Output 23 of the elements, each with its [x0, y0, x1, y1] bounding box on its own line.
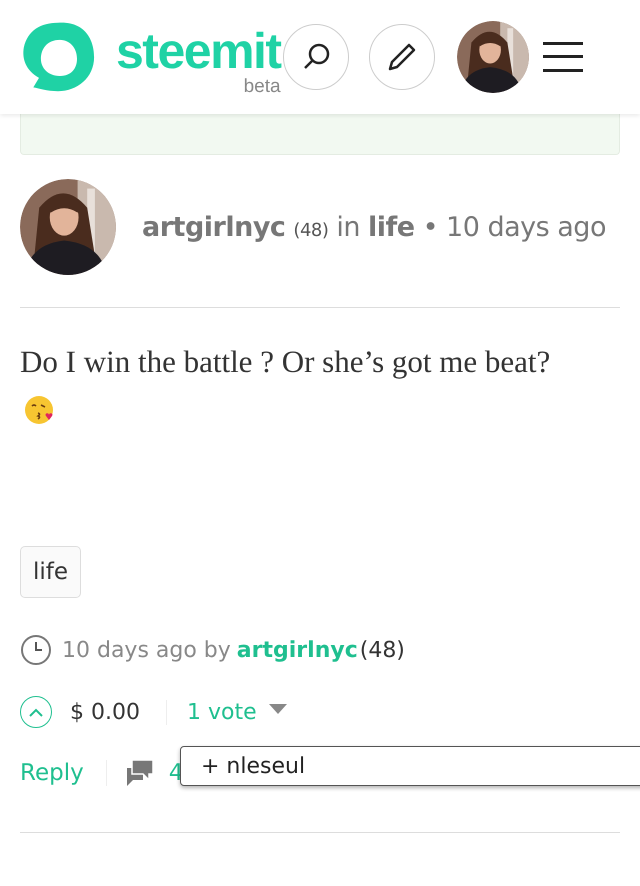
category-link[interactable]: life	[368, 212, 415, 242]
reputation: (48)	[293, 220, 328, 240]
pencil-icon	[386, 42, 417, 72]
post-body: Do I win the battle ? Or she’s got me beat?	[20, 344, 550, 379]
caret-icon[interactable]	[268, 704, 287, 714]
votes-link[interactable]: 1 vote	[186, 700, 257, 724]
reputation: (48)	[360, 638, 405, 662]
chevron-up-icon	[28, 707, 44, 717]
post-age: 10 days ago	[446, 212, 606, 242]
author-link[interactable]: artgirlnyc	[142, 212, 286, 242]
upvote-button[interactable]	[20, 696, 52, 728]
separator: •	[422, 212, 438, 242]
menu-icon[interactable]	[542, 39, 583, 75]
author-link[interactable]: artgirlnyc	[236, 638, 358, 662]
in-label: in	[336, 212, 360, 242]
reply-link[interactable]: Reply	[20, 760, 107, 786]
payout-amount: $ 0.00	[70, 700, 167, 724]
clock-icon	[20, 634, 52, 666]
beta-label: beta	[244, 78, 281, 96]
post-date: 10 days ago by	[62, 638, 231, 662]
tag[interactable]: life	[20, 546, 82, 598]
voter-item[interactable]: + nleseul	[181, 754, 640, 778]
kiss-emoji-icon	[24, 395, 54, 425]
